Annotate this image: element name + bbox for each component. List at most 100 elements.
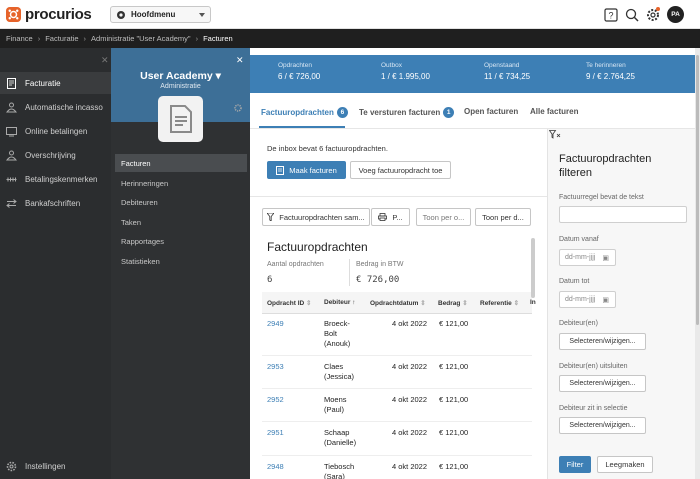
close-icon[interactable]: ✕ — [236, 55, 244, 66]
filter-title: Factuuropdrachten filteren — [559, 153, 652, 179]
active-tab-indicator — [259, 126, 345, 128]
printer-icon — [378, 213, 388, 221]
breadcrumb-facturatie[interactable]: Facturatie — [45, 34, 78, 43]
count-badge: 1 — [443, 107, 455, 118]
stat-label: Te herinneren — [586, 62, 626, 69]
subnav-item-taken[interactable]: Taken — [115, 213, 247, 231]
table-row[interactable] — [262, 389, 532, 422]
apply-filter-button[interactable]: Filter — [559, 456, 591, 473]
column-header-debiteur[interactable]: Debiteur ↑ — [324, 299, 355, 306]
direct-debit-icon — [6, 102, 17, 112]
column-header-referentie[interactable]: Referentie ⇕ — [480, 299, 519, 307]
order-id-link[interactable]: 2948 — [267, 462, 284, 472]
selection-debtor-select-button[interactable]: Selecteren/wijzigen... — [559, 417, 646, 434]
clear-filter-button[interactable]: Leegmaken — [597, 456, 653, 473]
table-scrollbar[interactable] — [531, 238, 535, 298]
show-per-select-2[interactable]: Toon per d... — [475, 208, 531, 226]
settings-gear-icon — [6, 461, 17, 471]
app-logo[interactable]: procurios — [6, 6, 92, 23]
column-label: Referentie — [480, 300, 512, 307]
column-header-opdrachtdatum[interactable]: Opdrachtdatum ⇕ — [370, 299, 426, 307]
stat-openstaand[interactable]: Openstaand 11 / € 734,25 — [484, 62, 530, 81]
close-icon[interactable]: ✕ — [101, 55, 109, 66]
page-scrollbar-thumb[interactable] — [696, 55, 699, 325]
gear-icon[interactable] — [234, 104, 242, 112]
order-id-link[interactable]: 2952 — [267, 395, 284, 405]
help-icon[interactable]: ? — [604, 8, 618, 22]
section-title: Factuuropdrachten — [267, 240, 368, 254]
nav-item-overschrijving[interactable]: Overschrijving — [0, 144, 111, 166]
tab-factuuropdrachten[interactable]: Factuuropdrachten 6 — [261, 107, 348, 118]
breadcrumb-separator: › — [195, 34, 199, 43]
subnav-item-herinneringen[interactable]: Herinneringen — [115, 174, 247, 192]
table-row[interactable] — [262, 356, 532, 389]
filter-text-input[interactable] — [559, 206, 687, 223]
sort-icon: ⇕ — [462, 300, 468, 307]
filter-close-icon[interactable] — [549, 130, 561, 139]
column-label: Opdracht ID — [267, 300, 305, 307]
breadcrumb-administratie[interactable]: Administratie "User Academy" — [91, 34, 191, 43]
tab-label: Te versturen facturen — [359, 108, 441, 117]
tab-alle-facturen[interactable]: Alle facturen — [530, 107, 578, 116]
nav-item-online-betalingen[interactable]: Online betalingen — [0, 120, 111, 142]
nav-item-bankafschriften[interactable]: Bankafschriften — [0, 192, 111, 214]
date-from-input[interactable]: dd-mm-jjjj ▣ — [559, 249, 616, 266]
online-payment-icon — [6, 126, 17, 136]
svg-text:?: ? — [608, 11, 613, 21]
exclude-debtor-select-button[interactable]: Selecteren/wijzigen... — [559, 375, 646, 392]
btw-label: Bedrag in BTW — [356, 261, 404, 268]
column-header-bedrag[interactable]: Bedrag ⇕ — [438, 299, 468, 307]
column-header-in[interactable]: In — [530, 299, 536, 306]
button-label: Factuuropdrachten sam... — [279, 212, 365, 222]
tab-te-versturen-facturen[interactable]: Te versturen facturen 1 — [359, 107, 455, 118]
subnav-item-debiteuren[interactable]: Debiteuren — [115, 193, 247, 211]
debtor-label: Debiteur(en) — [559, 320, 598, 327]
order-id-link[interactable]: 2951 — [267, 428, 284, 438]
date-placeholder: dd-mm-jjjj — [565, 254, 596, 261]
nav-item-instellingen[interactable]: Instellingen — [0, 455, 111, 477]
date-to-label: Datum tot — [559, 278, 590, 285]
stat-opdrachten[interactable]: Opdrachten 6 / € 726,00 — [278, 62, 320, 81]
chevron-down-icon — [199, 12, 205, 17]
tab-open-facturen[interactable]: Open facturen — [464, 107, 518, 116]
breadcrumb-finance[interactable]: Finance — [6, 34, 33, 43]
nav-item-automatische-incasso[interactable]: Automatische incasso — [0, 96, 111, 118]
nav-item-facturatie[interactable]: Facturatie — [0, 72, 111, 94]
sort-icon: ⇕ — [420, 300, 426, 307]
order-id-link[interactable]: 2949 — [267, 319, 284, 329]
subnav-item-statistieken[interactable]: Statistieken — [115, 252, 247, 270]
breadcrumb: Finance › Facturatie › Administratie "Us… — [0, 29, 700, 48]
debtor-cell: Broeck- Bolt (Anouk) — [324, 319, 350, 349]
column-header-opdracht-id[interactable]: Opdracht ID ⇕ — [267, 299, 311, 307]
show-per-select-1[interactable]: Toon per o... — [416, 208, 471, 226]
count-value: 6 — [267, 275, 273, 285]
subnav-item-rapportages[interactable]: Rapportages — [115, 232, 247, 250]
date-to-input[interactable]: dd-mm-jjjj ▣ — [559, 291, 616, 308]
print-button[interactable]: P... — [371, 208, 410, 226]
nav-item-label: Bankafschriften — [25, 198, 81, 208]
debtor-cell: Moens (Paul) — [324, 395, 347, 415]
stat-te-herinneren[interactable]: Te herinneren 9 / € 2.764,25 — [586, 62, 635, 81]
debtor-cell: Claes (Jessica) — [324, 362, 354, 382]
filter-summary-button[interactable]: Factuuropdrachten sam... — [262, 208, 370, 226]
search-icon[interactable] — [625, 8, 639, 22]
stat-outbox[interactable]: Outbox 1 / € 1.995,00 — [381, 62, 430, 81]
user-avatar[interactable]: PA — [667, 6, 684, 23]
make-invoices-button[interactable]: Maak facturen — [267, 161, 346, 179]
main-menu-dropdown[interactable]: Hoofdmenu — [110, 6, 211, 23]
subnav-item-facturen[interactable]: Facturen — [115, 154, 247, 172]
order-id-link[interactable]: 2953 — [267, 362, 284, 372]
add-invoice-order-button[interactable]: Voeg factuuropdracht toe — [350, 161, 451, 179]
nav-item-betalingskenmerken[interactable]: Betalingskenmerken — [0, 168, 111, 190]
invoice-icon — [276, 165, 285, 175]
sort-ascending-icon: ↑ — [352, 299, 356, 306]
date-cell: 4 okt 2022 — [392, 362, 428, 371]
date-cell: 4 okt 2022 — [392, 395, 428, 404]
administration-switcher[interactable]: User Academy ▾ — [111, 70, 250, 82]
debtor-select-button[interactable]: Selecteren/wijzigen... — [559, 333, 646, 350]
amount-cell: € 121,00 — [439, 362, 469, 371]
debtor-name-line: (Anouk) — [324, 339, 351, 348]
gear-icon — [117, 10, 125, 19]
debtor-name-line: Claes — [324, 362, 344, 371]
button-label: P... — [392, 212, 403, 222]
